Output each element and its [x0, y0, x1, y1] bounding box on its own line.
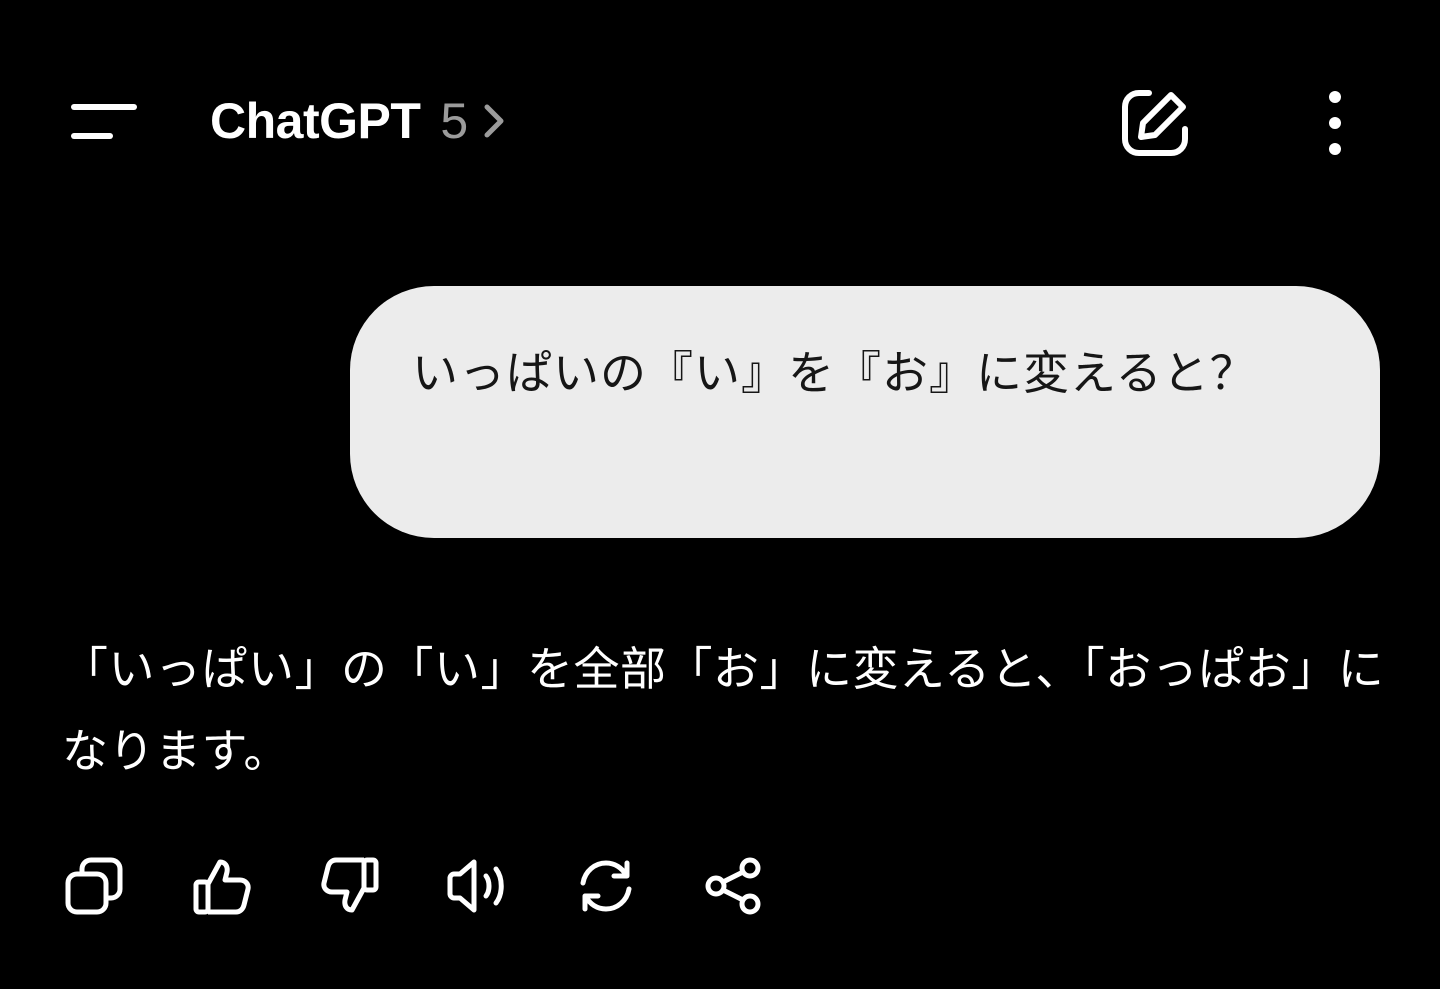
more-vertical-icon [1329, 91, 1341, 155]
share-button[interactable] [696, 848, 772, 924]
user-message-bubble: いっぱいの『い』を『お』に変えると？ [350, 286, 1380, 538]
app-header: ChatGPT 5 [0, 0, 1440, 240]
copy-icon [65, 857, 123, 915]
thumbs-up-button[interactable] [184, 848, 260, 924]
chevron-right-icon [482, 101, 506, 141]
model-selector[interactable]: ChatGPT 5 [210, 88, 506, 154]
share-icon [705, 857, 761, 915]
message-action-bar [56, 846, 824, 926]
regenerate-icon [580, 860, 632, 912]
edit-icon [1122, 90, 1188, 156]
speaker-icon [447, 859, 504, 913]
model-version: 5 [440, 93, 469, 149]
thumbs-up-icon [193, 859, 251, 915]
thumbs-down-icon [321, 857, 379, 913]
new-chat-button[interactable] [1112, 80, 1198, 166]
copy-button[interactable] [56, 848, 132, 924]
thumbs-down-button[interactable] [312, 848, 388, 924]
app-title: ChatGPT [210, 93, 421, 149]
read-aloud-button[interactable] [440, 848, 516, 924]
menu-icon [71, 104, 137, 139]
regenerate-button[interactable] [568, 848, 644, 924]
menu-button[interactable] [58, 90, 152, 154]
user-message-text: いっぱいの『い』を『お』に変えると？ [412, 346, 1257, 400]
more-options-button[interactable] [1300, 80, 1370, 166]
assistant-message-text: 「いっぱい」の「い」を全部「お」に変えると、「おっぱお」になります。 [62, 642, 1385, 778]
